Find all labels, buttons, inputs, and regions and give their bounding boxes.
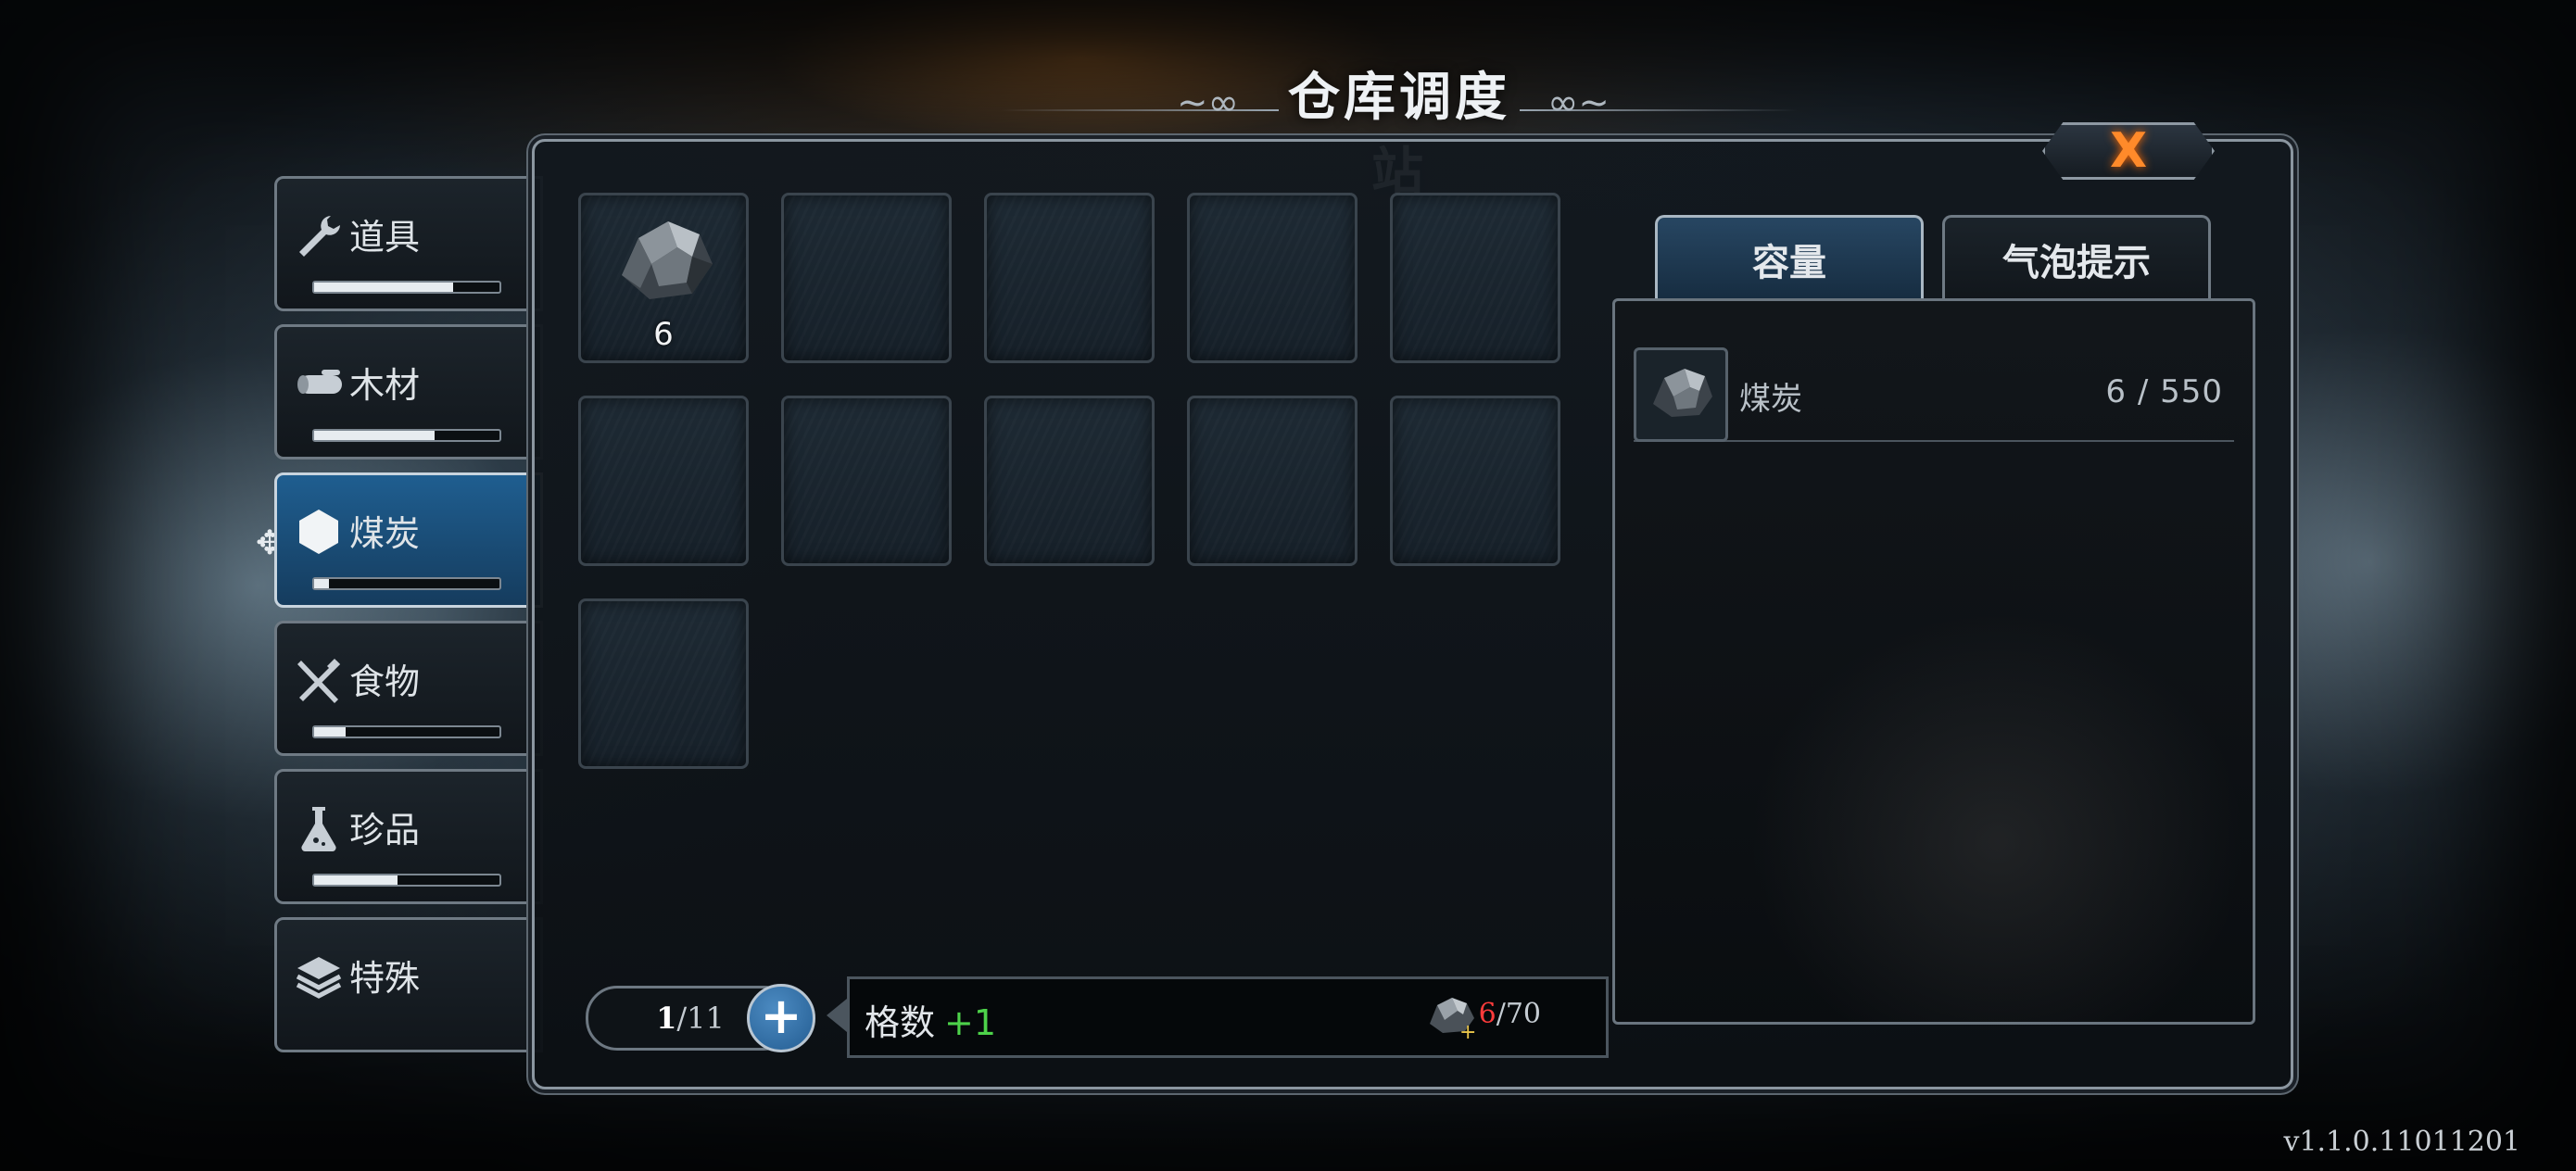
flask-icon [294, 803, 344, 853]
category-label: 煤炭 [349, 513, 421, 554]
coal-cost-icon: + [1430, 998, 1476, 1040]
capacity-row: 煤炭 6 / 550 [1634, 347, 2234, 442]
cost-need: /70 [1496, 998, 1541, 1030]
wrench-icon [294, 210, 344, 260]
log-icon [294, 359, 344, 409]
inventory-slot[interactable] [1390, 193, 1560, 363]
category-label: 珍品 [349, 810, 421, 850]
tab-capacity[interactable]: 容量 [1655, 215, 1924, 301]
inventory-slot[interactable] [578, 396, 749, 566]
tip-bonus: +1 [944, 1002, 997, 1043]
title-divider-right [1520, 109, 1798, 111]
inventory-slot[interactable]: 6 [578, 193, 749, 363]
category-tab-wood[interactable]: 木材 [274, 324, 543, 460]
inventory-slot[interactable] [1187, 193, 1357, 363]
category-tab-coal[interactable]: 煤炭 [274, 472, 543, 608]
category-label: 木材 [349, 365, 421, 406]
inventory-slot[interactable] [984, 193, 1155, 363]
capacity-bar [312, 874, 501, 887]
layers-icon [294, 951, 344, 1001]
cost-have: 6 [1478, 998, 1496, 1030]
svg-text:+: + [1459, 1021, 1476, 1040]
title-bar: ~∞ 仓库调度站 ∞~ [1001, 56, 1798, 203]
version-label: v1.1.0.11011201 [2283, 1126, 2520, 1158]
inventory-slot[interactable] [781, 396, 952, 566]
ornament-right-icon: ∞~ [1547, 82, 1610, 124]
inventory-slot[interactable] [984, 396, 1155, 566]
inventory-slot[interactable] [781, 193, 952, 363]
capacity-bar [312, 725, 501, 738]
item-icon-frame [1634, 347, 1728, 442]
hexagon-icon [294, 507, 344, 557]
category-tab-treasure[interactable]: 珍品 [274, 769, 543, 904]
capacity-panel: 煤炭 6 / 550 [1612, 298, 2255, 1025]
category-label: 食物 [349, 661, 421, 702]
capacity-bar [312, 429, 501, 442]
inventory-slot[interactable] [1187, 396, 1357, 566]
coal-icon [622, 221, 713, 299]
close-icon: X [2109, 123, 2148, 179]
item-count: 6 [653, 316, 674, 353]
expand-slot-tip: 格数 +1 + 6/70 [847, 976, 1609, 1058]
category-label: 道具 [349, 217, 421, 258]
capacity-item-name: 煤炭 [1739, 381, 1802, 418]
category-tab-tools[interactable]: 道具 [274, 176, 543, 311]
tab-bubble-tips[interactable]: 气泡提示 [1942, 215, 2211, 301]
tip-label: 格数 [865, 1002, 936, 1043]
add-slot-button[interactable]: + [747, 984, 815, 1052]
category-tab-special[interactable]: 特殊 [274, 917, 543, 1052]
capacity-bar [312, 281, 501, 294]
tip-arrow [827, 999, 847, 1032]
inventory-slot[interactable] [1390, 396, 1560, 566]
coal-icon [1653, 369, 1712, 417]
ornament-left-icon: ~∞ [1177, 82, 1239, 124]
capacity-bar [312, 577, 501, 590]
category-tab-food[interactable]: 食物 [274, 621, 543, 756]
capacity-item-value: 6 / 550 [2105, 373, 2223, 410]
category-label: 特殊 [349, 958, 421, 999]
inventory-slot[interactable] [578, 598, 749, 769]
close-button[interactable]: X [2042, 122, 2215, 180]
total-pages: /11 [676, 1001, 725, 1036]
fork-knife-icon [294, 655, 344, 705]
current-page: 1 [656, 1001, 677, 1036]
